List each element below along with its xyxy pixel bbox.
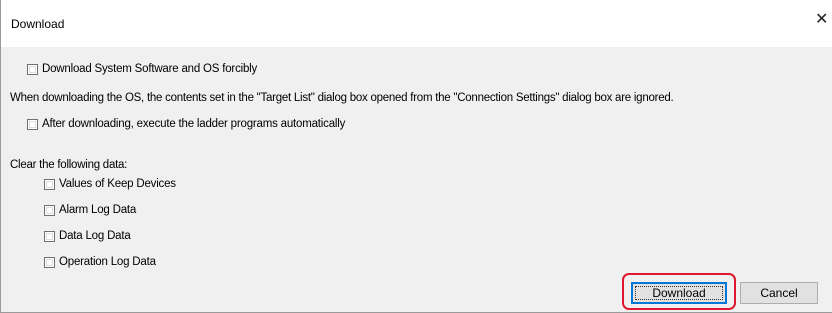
clear-keep-devices-checkbox[interactable] [44,178,55,190]
title-bar[interactable]: Download ✕ [1,0,832,47]
download-dialog: Download ✕ Download System Software and … [0,0,832,313]
cancel-button[interactable]: Cancel [740,282,818,304]
cancel-button-label: Cancel [760,286,798,300]
run-after-label: After downloading, execute the ladder pr… [42,118,346,130]
close-icon[interactable]: ✕ [815,10,832,30]
clear-operation-log-option[interactable]: Operation Log Data [44,256,156,268]
clear-data-heading: Clear the following data: [10,159,128,171]
clear-data-log-label: Data Log Data [59,230,131,242]
clear-alarm-log-option[interactable]: Alarm Log Data [44,204,136,216]
force-download-option[interactable]: Download System Software and OS forcibly [27,63,257,75]
dialog-title: Download [11,17,65,31]
download-button-highlight [622,273,736,310]
os-note-text: When downloading the OS, the contents se… [10,92,674,104]
force-download-checkbox[interactable] [27,63,38,75]
clear-operation-log-label: Operation Log Data [59,256,156,268]
clear-operation-log-checkbox[interactable] [44,256,55,268]
run-after-option[interactable]: After downloading, execute the ladder pr… [27,118,345,130]
clear-data-log-option[interactable]: Data Log Data [44,230,131,242]
clear-alarm-log-checkbox[interactable] [44,204,55,216]
clear-alarm-log-label: Alarm Log Data [59,204,137,216]
clear-keep-devices-label: Values of Keep Devices [59,178,176,190]
clear-keep-devices-option[interactable]: Values of Keep Devices [44,178,176,190]
force-download-label: Download System Software and OS forcibly [42,63,258,75]
run-after-checkbox[interactable] [27,118,38,130]
clear-data-log-checkbox[interactable] [44,230,55,242]
